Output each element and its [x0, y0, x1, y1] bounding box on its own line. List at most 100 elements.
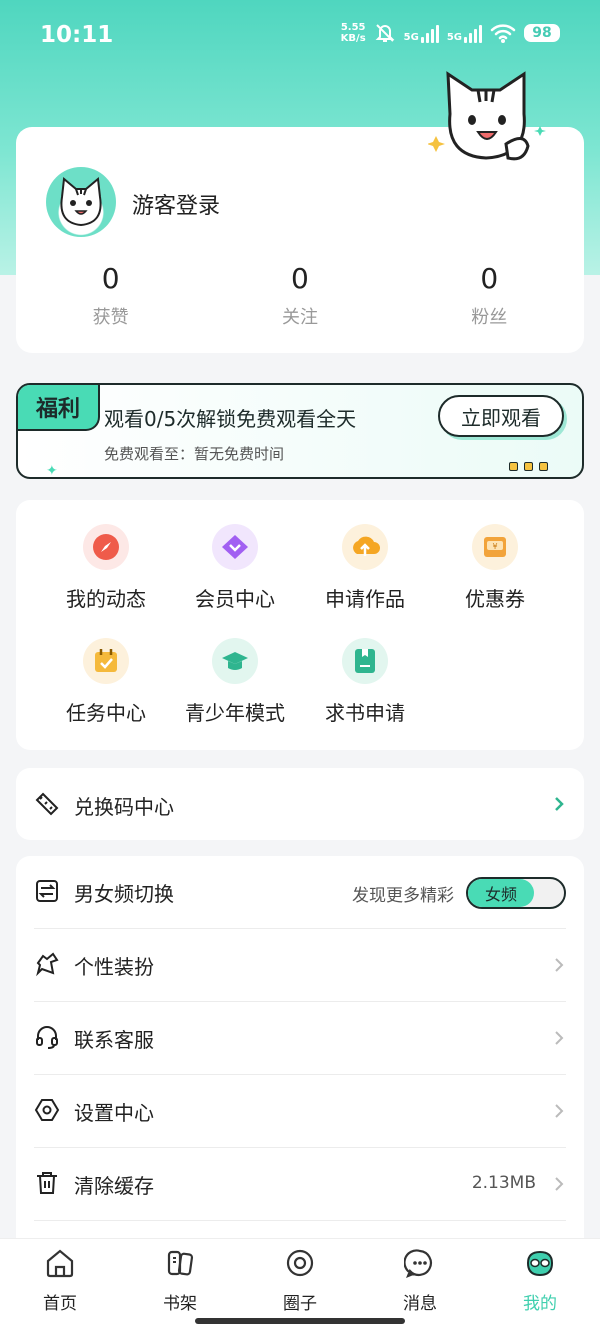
feature-grid: 我的动态 会员中心 申请作品 ¥ 优惠券 任务中心 青少年模式 求书申请 — [16, 500, 584, 750]
graduation-cap-icon — [212, 638, 258, 684]
watch-now-button[interactable]: 立即观看 — [438, 395, 564, 437]
grid-label: 我的动态 — [66, 587, 146, 611]
stat-following[interactable]: 0 关注 — [205, 262, 394, 329]
bookshelf-icon — [167, 1250, 194, 1276]
battery-indicator: 98 — [524, 24, 560, 42]
row-label: 兑换码中心 — [74, 795, 174, 819]
grid-label: 青少年模式 — [185, 701, 285, 725]
redeem-code-center[interactable]: 兑换码中心 — [16, 768, 584, 840]
stat-fans[interactable]: 0 粉丝 — [395, 262, 584, 329]
stat-label: 关注 — [281, 307, 318, 328]
tab-label: 消息 — [403, 1294, 437, 1314]
compass-icon — [83, 524, 129, 570]
cache-size: 2.13MB — [471, 1173, 536, 1193]
tab-circle[interactable]: 圈子 — [260, 1247, 340, 1314]
chevron-right-icon — [555, 1104, 564, 1118]
task-calendar-icon — [83, 638, 129, 684]
welfare-title: 观看0/5次解锁免费观看全天 — [104, 407, 357, 431]
switch-icon — [36, 880, 58, 902]
tab-label: 首页 — [43, 1294, 77, 1314]
gender-channel-switch-row[interactable]: 男女频切换 发现更多精彩 女频 — [16, 856, 584, 929]
coupon-icon: ¥ — [472, 524, 518, 570]
sim2-label: 5G — [446, 32, 462, 43]
grid-label: 任务中心 — [66, 701, 146, 725]
welfare-tag: 福利 — [18, 385, 100, 431]
net-speed-value: 5.55 — [340, 22, 366, 33]
stat-value: 0 — [101, 262, 120, 295]
guest-login-link[interactable]: 游客登录 — [132, 188, 220, 220]
discover-more-text: 发现更多精彩 — [352, 886, 454, 906]
trash-icon — [37, 1172, 57, 1194]
sim1-label: 5G — [403, 32, 419, 43]
home-indicator[interactable] — [195, 1318, 405, 1324]
stat-likes[interactable]: 0 获赞 — [16, 262, 205, 329]
net-speed: 5.55 KB/s — [341, 22, 366, 44]
settings-hex-icon — [34, 1099, 60, 1121]
tab-label: 我的 — [523, 1294, 557, 1314]
settings-list: 男女频切换 发现更多精彩 女频 个性装扮 联系客服 设置中心 清除缓存 2.13… — [16, 856, 584, 1256]
headset-icon — [36, 1026, 58, 1049]
grid-apply-work[interactable]: 申请作品 — [300, 524, 430, 612]
grid-teen-mode[interactable]: 青少年模式 — [170, 638, 300, 726]
grid-vip-center[interactable]: 会员中心 — [170, 524, 300, 612]
book-request-icon — [342, 638, 388, 684]
grid-label: 申请作品 — [325, 587, 405, 611]
tab-messages[interactable]: 消息 — [380, 1247, 460, 1314]
wifi-icon — [490, 24, 516, 43]
stat-value: 0 — [291, 262, 309, 295]
profile-stats: 0 获赞 0 关注 0 粉丝 — [16, 262, 584, 329]
grid-my-activity[interactable]: 我的动态 — [41, 524, 171, 612]
row-label: 设置中心 — [74, 1101, 154, 1125]
svg-text:¥: ¥ — [492, 542, 497, 551]
row-label: 男女频切换 — [74, 882, 174, 906]
profile-cat-icon — [526, 1250, 554, 1277]
ticket-icon — [35, 792, 59, 816]
signal-sim1-icon: 5G — [404, 23, 439, 43]
row-label: 个性装扮 — [74, 955, 154, 979]
tab-label: 书架 — [163, 1294, 197, 1314]
grid-task-center[interactable]: 任务中心 — [41, 638, 171, 726]
signal-sim2-icon: 5G — [447, 23, 482, 43]
vip-diamond-icon — [212, 524, 258, 570]
status-icons: 5.55 KB/s 5G 5G 98 — [341, 22, 560, 44]
personal-dressup-row[interactable]: 个性装扮 — [16, 929, 584, 1002]
chevron-right-icon — [555, 1177, 564, 1191]
welfare-subtitle: 免费观看至：暂无免费时间 — [104, 445, 285, 463]
stat-value: 0 — [480, 262, 499, 295]
grid-label: 优惠券 — [465, 587, 525, 611]
grid-label: 求书申请 — [325, 701, 405, 725]
chevron-right-icon — [555, 958, 564, 972]
stat-label: 获赞 — [92, 307, 129, 328]
stat-label: 粉丝 — [471, 307, 508, 328]
decorative-dots — [509, 462, 548, 471]
status-bar: 10:11 5.55 KB/s 5G 5G 98 — [0, 0, 600, 72]
cat-avatar-icon — [60, 177, 102, 227]
avatar[interactable] — [46, 167, 116, 237]
chevron-right-icon — [555, 1031, 564, 1045]
divider — [34, 1220, 566, 1221]
tab-mine[interactable]: 我的 — [500, 1247, 580, 1314]
cloud-upload-icon — [342, 524, 388, 570]
grid-book-request[interactable]: 求书申请 — [300, 638, 430, 726]
clear-cache-row[interactable]: 清除缓存 2.13MB — [16, 1148, 584, 1221]
shirt-icon — [36, 952, 59, 977]
toggle-label: 女频 — [468, 879, 534, 907]
tab-label: 圈子 — [283, 1294, 317, 1314]
row-label: 清除缓存 — [74, 1174, 154, 1198]
tab-home[interactable]: 首页 — [20, 1247, 100, 1314]
tab-bookshelf[interactable]: 书架 — [140, 1247, 220, 1314]
cat-mascot-icon — [428, 71, 546, 161]
settings-center-row[interactable]: 设置中心 — [16, 1075, 584, 1148]
home-icon — [46, 1249, 74, 1278]
female-channel-toggle[interactable]: 女频 — [466, 877, 566, 909]
chevron-right-icon — [555, 797, 564, 811]
status-time: 10:11 — [40, 22, 114, 48]
sparkle-icon: ✦ — [46, 463, 58, 479]
contact-service-row[interactable]: 联系客服 — [16, 1002, 584, 1075]
grid-coupon[interactable]: ¥ 优惠券 — [430, 524, 560, 612]
mute-bell-icon — [375, 24, 395, 42]
circle-icon — [286, 1249, 314, 1277]
row-label: 联系客服 — [74, 1028, 154, 1052]
welfare-banner[interactable]: 福利 观看0/5次解锁免费观看全天 免费观看至：暂无免费时间 立即观看 ✦ — [16, 383, 584, 479]
net-speed-unit: KB/s — [340, 33, 366, 44]
